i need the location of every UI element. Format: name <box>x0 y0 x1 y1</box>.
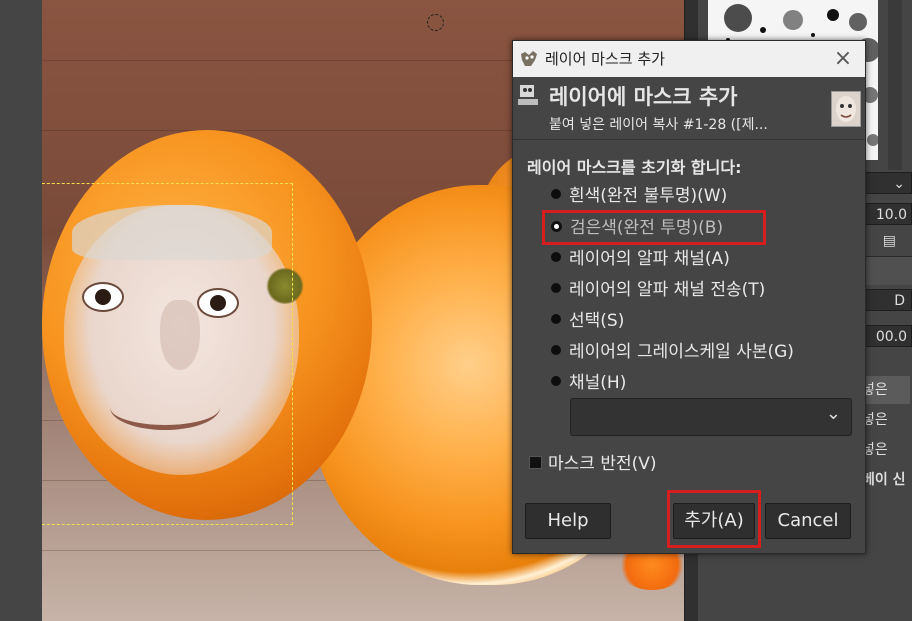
invert-mask-checkbox[interactable]: 마스크 반전(V) <box>529 451 657 477</box>
radio-dot-icon <box>551 189 561 199</box>
layer-item-1[interactable]: 넣은 <box>862 376 910 404</box>
channel-dropdown[interactable]: ⌄ <box>570 398 852 436</box>
left-toolbox-edge <box>0 0 42 621</box>
radio-white-opaque[interactable]: 흰색(완전 불투명)(W) <box>551 182 727 210</box>
radio-channel[interactable]: 채널(H) <box>551 369 626 397</box>
selection-marquee[interactable] <box>42 183 293 525</box>
dialog-header-title: 레이어에 마스크 추가 <box>549 85 738 109</box>
radio-dot-icon <box>551 376 561 386</box>
close-button[interactable]: × <box>829 45 857 73</box>
help-button[interactable]: Help <box>525 503 611 539</box>
add-layer-mask-dialog: 레이어 마스크 추가 × 레이어에 마스크 추가 붙여 넣은 레이어 복사 #1… <box>512 40 866 554</box>
gimp-logo-icon <box>521 51 537 66</box>
layer-item-3[interactable]: 넣은 <box>862 436 910 464</box>
radio-selection[interactable]: 선택(S) <box>551 307 624 335</box>
layer-name-subtitle: 붙여 넣은 레이어 복사 #1-28 ([제... <box>549 117 768 133</box>
radio-transfer-alpha[interactable]: 레이어의 알파 채널 전송(T) <box>551 276 765 304</box>
highlight-box-add-button <box>667 490 761 548</box>
dialog-titlebar[interactable]: 레이어 마스크 추가 × <box>513 41 865 77</box>
layer-mask-icon <box>518 85 538 105</box>
dialog-title: 레이어 마스크 추가 <box>545 50 665 68</box>
checkbox-icon <box>529 455 542 469</box>
radio-layer-alpha[interactable]: 레이어의 알파 채널(A) <box>551 245 730 273</box>
radio-dot-icon <box>551 283 561 293</box>
highlight-box-selected-option <box>542 210 766 245</box>
cancel-button[interactable]: Cancel <box>765 503 851 539</box>
radio-dot-icon <box>551 345 561 355</box>
radio-dot-icon <box>551 314 561 324</box>
layer-item-4[interactable]: 베이 신 <box>862 466 910 494</box>
layer-thumbnail <box>831 91 861 127</box>
header-separator <box>513 139 865 140</box>
brush-cursor-icon <box>427 14 444 31</box>
radio-grayscale-copy[interactable]: 레이어의 그레이스케일 사본(G) <box>551 338 794 366</box>
init-mask-label: 레이어 마스크를 초기화 합니다: <box>527 158 742 177</box>
brush-panel-scrollbar[interactable] <box>888 0 902 170</box>
radio-dot-icon <box>551 252 561 262</box>
layer-item-2[interactable]: 넣은 <box>862 406 910 434</box>
chevron-down-icon: ⌄ <box>825 403 841 424</box>
